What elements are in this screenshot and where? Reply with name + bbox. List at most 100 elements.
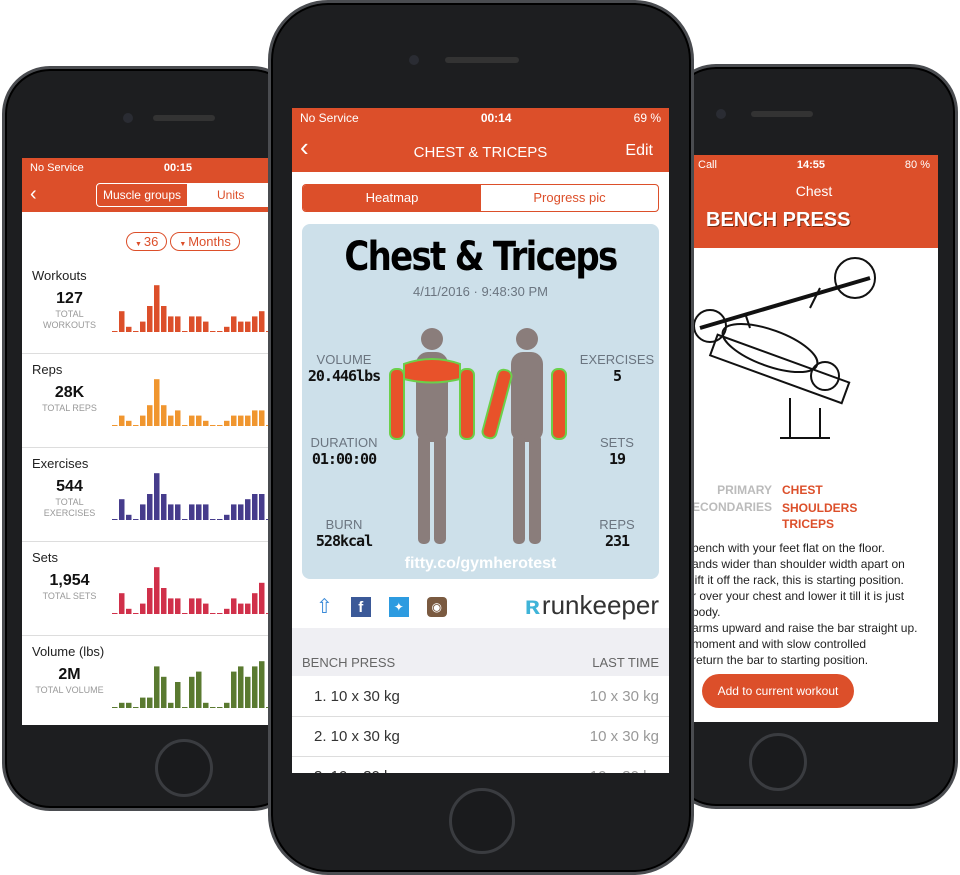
metric-title: Sets	[32, 550, 59, 565]
bar	[154, 567, 160, 614]
bar	[196, 671, 202, 708]
bar	[140, 603, 146, 614]
camera	[123, 113, 133, 123]
home-button[interactable]	[155, 739, 213, 797]
bar	[224, 514, 230, 520]
bar	[259, 582, 265, 614]
count-dropdown[interactable]: ▼ 36	[126, 232, 168, 251]
bar	[203, 702, 209, 708]
set-row[interactable]: 2. 10 x 30 kg 10 x 30 kg	[292, 717, 669, 757]
bar	[189, 676, 195, 708]
bar	[217, 331, 223, 332]
share-url[interactable]: fitty.co/gymherotest	[302, 555, 659, 573]
runkeeper-logo[interactable]: ʀ runkeeper	[525, 590, 659, 621]
bar	[245, 415, 251, 426]
bar	[168, 415, 174, 426]
home-button[interactable]	[749, 733, 807, 791]
bar	[140, 697, 146, 708]
bar	[182, 331, 188, 332]
tab-progress-pic[interactable]: Progress pic	[481, 185, 658, 211]
left-phone: No Service 00:15 ‹ Muscle groups Units ▼ …	[2, 66, 300, 811]
card-title: Chest & Triceps	[344, 234, 618, 280]
camera	[409, 55, 419, 65]
carrier: No Service	[300, 111, 359, 125]
speaker	[445, 57, 519, 63]
stat-volume: VOLUME 20.446lbs	[307, 352, 381, 385]
bar	[238, 504, 244, 520]
bar	[112, 519, 118, 520]
time: 00:15	[163, 162, 192, 174]
bar	[231, 598, 237, 614]
bar	[245, 603, 251, 614]
period-dropdown[interactable]: ▼ Months	[170, 232, 240, 251]
time: 14:55	[796, 159, 825, 171]
bar	[133, 425, 139, 426]
segment-muscle-groups[interactable]: Muscle groups	[97, 184, 187, 206]
table-header: BENCH PRESS LAST TIME	[292, 628, 669, 676]
segment-units[interactable]: Units	[187, 184, 270, 206]
carrier: No Service	[30, 162, 84, 174]
bar	[217, 519, 223, 520]
bar	[210, 613, 216, 614]
edit-button[interactable]: Edit	[625, 142, 653, 160]
metric-3: Sets 1,954 TOTAL SETS	[22, 542, 270, 636]
bar	[238, 666, 244, 708]
facebook-icon[interactable]: f	[350, 596, 371, 617]
card-date: 4/11/2016 · 9:48:30 PM	[413, 284, 548, 299]
set-row[interactable]: 1. 10 x 30 kg 10 x 30 kg	[292, 677, 669, 717]
home-button[interactable]	[449, 788, 515, 854]
bar	[189, 316, 195, 332]
middle-phone: No Service 00:14 69 % ‹ CHEST & TRICEPS Ed…	[268, 0, 694, 875]
bar	[161, 588, 167, 614]
metric-title: Reps	[32, 362, 63, 377]
set-row[interactable]: 3. 10 x 30 kg 10 x 30 kg	[292, 757, 669, 773]
bar	[182, 425, 188, 426]
bar	[210, 707, 216, 708]
left-screen: No Service 00:15 ‹ Muscle groups Units ▼ …	[22, 158, 270, 725]
tab-heatmap[interactable]: Heatmap	[303, 185, 481, 211]
primary-muscle: CHEST	[782, 483, 823, 497]
bar	[189, 415, 195, 426]
bar	[133, 707, 139, 708]
bar	[210, 519, 216, 520]
bar	[203, 504, 209, 520]
bar	[189, 504, 195, 520]
bar	[259, 311, 265, 332]
bar	[203, 321, 209, 332]
bar	[140, 415, 146, 426]
stat-exercises: EXERCISES 5	[579, 352, 655, 385]
metric-bar-chart	[112, 567, 270, 614]
bar	[175, 504, 181, 520]
metric-sub: TOTAL VOLUME	[35, 685, 104, 695]
bar	[126, 514, 132, 520]
back-button[interactable]: ‹	[30, 183, 37, 206]
twitter-icon[interactable]: ✦	[388, 596, 409, 617]
stat-sets: SETS 19	[600, 435, 634, 468]
middle-screen: No Service 00:14 69 % ‹ CHEST & TRICEPS Ed…	[292, 108, 669, 773]
bar	[161, 306, 167, 332]
stat-duration: DURATION 01:00:00	[310, 435, 378, 468]
share-icon[interactable]: ⇧	[316, 594, 333, 619]
bar	[224, 326, 230, 332]
instagram-icon[interactable]: ◉	[426, 596, 447, 617]
bar	[224, 420, 230, 426]
bar	[154, 285, 160, 332]
bar	[231, 316, 237, 332]
bar	[147, 697, 153, 708]
bar	[252, 666, 258, 708]
bar	[224, 702, 230, 708]
bar	[196, 316, 202, 332]
add-to-workout-button[interactable]: Add to current workout	[702, 674, 854, 708]
metric-bar-chart	[112, 473, 270, 520]
bar	[161, 676, 167, 708]
metric-2: Exercises 544 TOTAL EXERCISES	[22, 448, 270, 542]
metric-title: Exercises	[32, 456, 89, 471]
bar	[112, 613, 118, 614]
bar	[119, 499, 125, 520]
bar	[238, 415, 244, 426]
bar	[154, 379, 160, 426]
bar	[175, 410, 181, 426]
bar	[238, 603, 244, 614]
metric-1: Reps 28K TOTAL REPS	[22, 354, 270, 448]
bar	[245, 499, 251, 520]
